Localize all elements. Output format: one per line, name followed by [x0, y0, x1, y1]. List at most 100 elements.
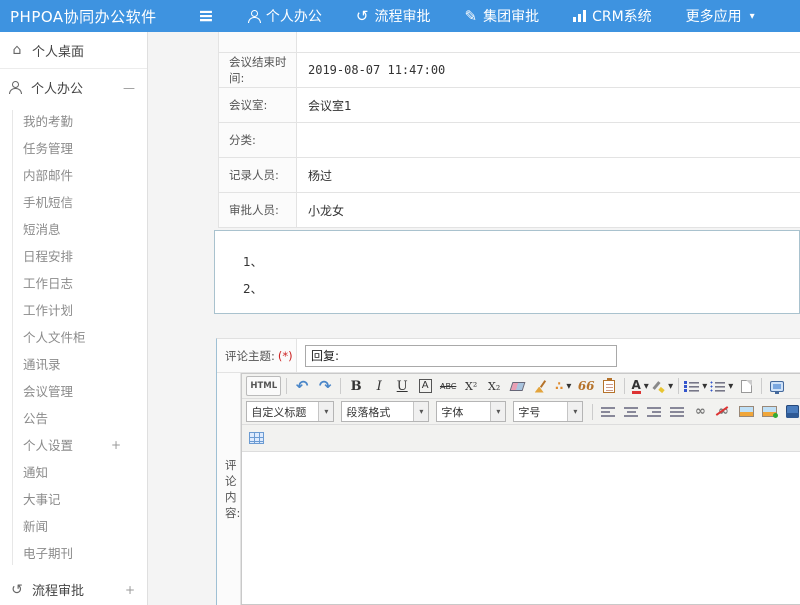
sidebar-item-work-plan[interactable]: 工作计划: [0, 297, 147, 324]
field-value: 小龙女: [297, 193, 800, 227]
highlight-color-button[interactable]: ▾: [653, 376, 673, 396]
chevron-down-icon: ▾: [668, 381, 673, 392]
font-size-select[interactable]: 字号 ▾: [513, 401, 583, 422]
clear-html-button[interactable]: [530, 376, 550, 396]
sidebar-item-work-log[interactable]: 工作日志: [0, 270, 147, 297]
sidebar-item-personal-office[interactable]: 个人办公 —: [0, 69, 147, 106]
comment-subject-label: 评论主题:: [225, 348, 275, 364]
upload-image-button[interactable]: [759, 402, 779, 422]
chevron-down-icon: ▾: [567, 402, 582, 421]
sidebar-item-task-management[interactable]: 任务管理: [0, 135, 147, 162]
chevron-down-icon: ▾: [318, 402, 333, 421]
superscript-button[interactable]: X²: [461, 376, 481, 396]
sidebar-item-personal-settings[interactable]: 个人设置 +: [0, 432, 147, 459]
select-value: 段落格式: [342, 404, 394, 420]
undo-button[interactable]: ↶: [292, 376, 312, 396]
sidebar-item-e-journal[interactable]: 电子期刊: [0, 540, 147, 567]
align-center-button[interactable]: [621, 402, 641, 422]
chevron-down-icon: ▾: [702, 381, 707, 392]
sidebar-item-announcement[interactable]: 公告: [0, 405, 147, 432]
chevron-down-icon: ▾: [490, 402, 505, 421]
editor-content-area[interactable]: [242, 452, 800, 604]
font-color-button[interactable]: A▾: [630, 376, 650, 396]
unordered-list-icon: [710, 381, 725, 392]
chevron-down-icon: ▾: [728, 381, 733, 392]
sidebar-item-major-events[interactable]: 大事记: [0, 486, 147, 513]
expand-icon[interactable]: +: [125, 583, 135, 597]
bar-chart-icon: [573, 10, 586, 22]
app-window: PHPOA协同办公软件 ≡ 个人办公 ↺ 流程审批 ✎ 集团审批 CRM系统 更…: [0, 0, 800, 605]
heading-select[interactable]: 自定义标题 ▾: [246, 401, 334, 422]
sidebar-item-internal-mail[interactable]: 内部邮件: [0, 162, 147, 189]
justify-button[interactable]: [667, 402, 687, 422]
expand-icon[interactable]: +: [111, 432, 121, 459]
ordered-list-button[interactable]: ▾: [684, 376, 707, 396]
hamburger-menu-icon[interactable]: ≡: [198, 7, 214, 26]
sidebar-item-label: 流程审批: [32, 580, 84, 599]
font-color-icon: A: [632, 379, 641, 394]
editor-toolbar-row-3: [242, 425, 800, 452]
field-value: HTML ↶ ↷ B I U A ABC X² X₂: [241, 373, 800, 605]
nav-workflow-approval[interactable]: ↺ 流程审批: [356, 6, 431, 26]
remove-link-button[interactable]: ∞: [713, 402, 733, 422]
redo-icon: ↷: [319, 377, 332, 395]
fullscreen-button[interactable]: [767, 376, 787, 396]
insert-table-button[interactable]: [246, 428, 266, 448]
nav-personal-office[interactable]: 个人办公: [248, 6, 322, 26]
sidebar-item-mobile-sms[interactable]: 手机短信: [0, 189, 147, 216]
new-page-button[interactable]: [736, 376, 756, 396]
sidebar-item-workflow-approval[interactable]: ↺ 流程审批 +: [0, 571, 147, 605]
align-right-button[interactable]: [644, 402, 664, 422]
bold-button[interactable]: B: [346, 376, 366, 396]
redo-button[interactable]: ↷: [315, 376, 335, 396]
comment-subject-input[interactable]: [305, 345, 617, 367]
remove-format-button[interactable]: [507, 376, 527, 396]
field-label: 分类:: [219, 123, 297, 157]
form-row-comment-subject: 评论主题: (*): [217, 339, 800, 373]
nav-more-apps[interactable]: 更多应用 ▾: [686, 6, 755, 26]
sidebar-item-personal-file-cabinet[interactable]: 个人文件柜: [0, 324, 147, 351]
main-content: 会议结束时间: 2019-08-07 11:47:00 会议室: 会议室1 分类…: [149, 32, 800, 605]
field-value: 2019-08-07 11:47:00: [297, 53, 800, 87]
align-left-button[interactable]: [598, 402, 618, 422]
sidebar-item-contacts[interactable]: 通讯录: [0, 351, 147, 378]
format-painter-button[interactable]: ∴▾: [553, 376, 573, 396]
insert-media-button[interactable]: [782, 402, 800, 422]
sidebar-item-short-message[interactable]: 短消息: [0, 216, 147, 243]
unordered-list-button[interactable]: ▾: [710, 376, 733, 396]
subscript-button[interactable]: X₂: [484, 376, 504, 396]
collapse-icon[interactable]: —: [123, 81, 135, 95]
toolbar-separator: [340, 378, 341, 394]
field-label: 会议室:: [219, 88, 297, 122]
italic-button[interactable]: I: [369, 376, 389, 396]
blockquote-button[interactable]: 66: [576, 376, 596, 396]
select-value: 字体: [437, 404, 467, 420]
nav-group-approval[interactable]: ✎ 集团审批: [465, 6, 540, 26]
font-family-select[interactable]: 字体 ▾: [436, 401, 506, 422]
sidebar-item-news[interactable]: 新闻: [0, 513, 147, 540]
align-center-icon: [624, 407, 638, 417]
insert-link-button[interactable]: ∞: [690, 402, 710, 422]
paste-from-word-button[interactable]: [599, 376, 619, 396]
nav-crm-system[interactable]: CRM系统: [573, 6, 652, 26]
sidebar-item-meeting-management[interactable]: 会议管理: [0, 378, 147, 405]
comment-form-table: 评论主题: (*) 评论内容: HTML ↶ ↷: [216, 338, 800, 605]
sidebar-item-my-attendance[interactable]: 我的考勤: [0, 108, 147, 135]
history-icon: ↺: [356, 9, 369, 24]
field-label: 会议结束时间:: [219, 53, 297, 87]
strikethrough-button[interactable]: ABC: [438, 376, 458, 396]
field-value: [297, 123, 800, 157]
autotypeset-button[interactable]: A: [415, 376, 435, 396]
paragraph-format-select[interactable]: 段落格式 ▾: [341, 401, 429, 422]
nav-label: 集团审批: [483, 6, 539, 26]
sidebar-item-notice[interactable]: 通知: [0, 459, 147, 486]
toolbar-separator: [678, 378, 679, 394]
sidebar-item-schedule[interactable]: 日程安排: [0, 243, 147, 270]
field-label: 记录人员:: [219, 158, 297, 192]
sidebar-item-personal-desktop[interactable]: ⌂ 个人桌面: [0, 32, 147, 69]
underline-button[interactable]: U: [392, 376, 412, 396]
insert-image-button[interactable]: [736, 402, 756, 422]
topbar: PHPOA协同办公软件 ≡ 个人办公 ↺ 流程审批 ✎ 集团审批 CRM系统 更…: [0, 0, 800, 32]
html-source-button[interactable]: HTML: [246, 376, 281, 396]
nav-label: 个人办公: [266, 6, 322, 26]
